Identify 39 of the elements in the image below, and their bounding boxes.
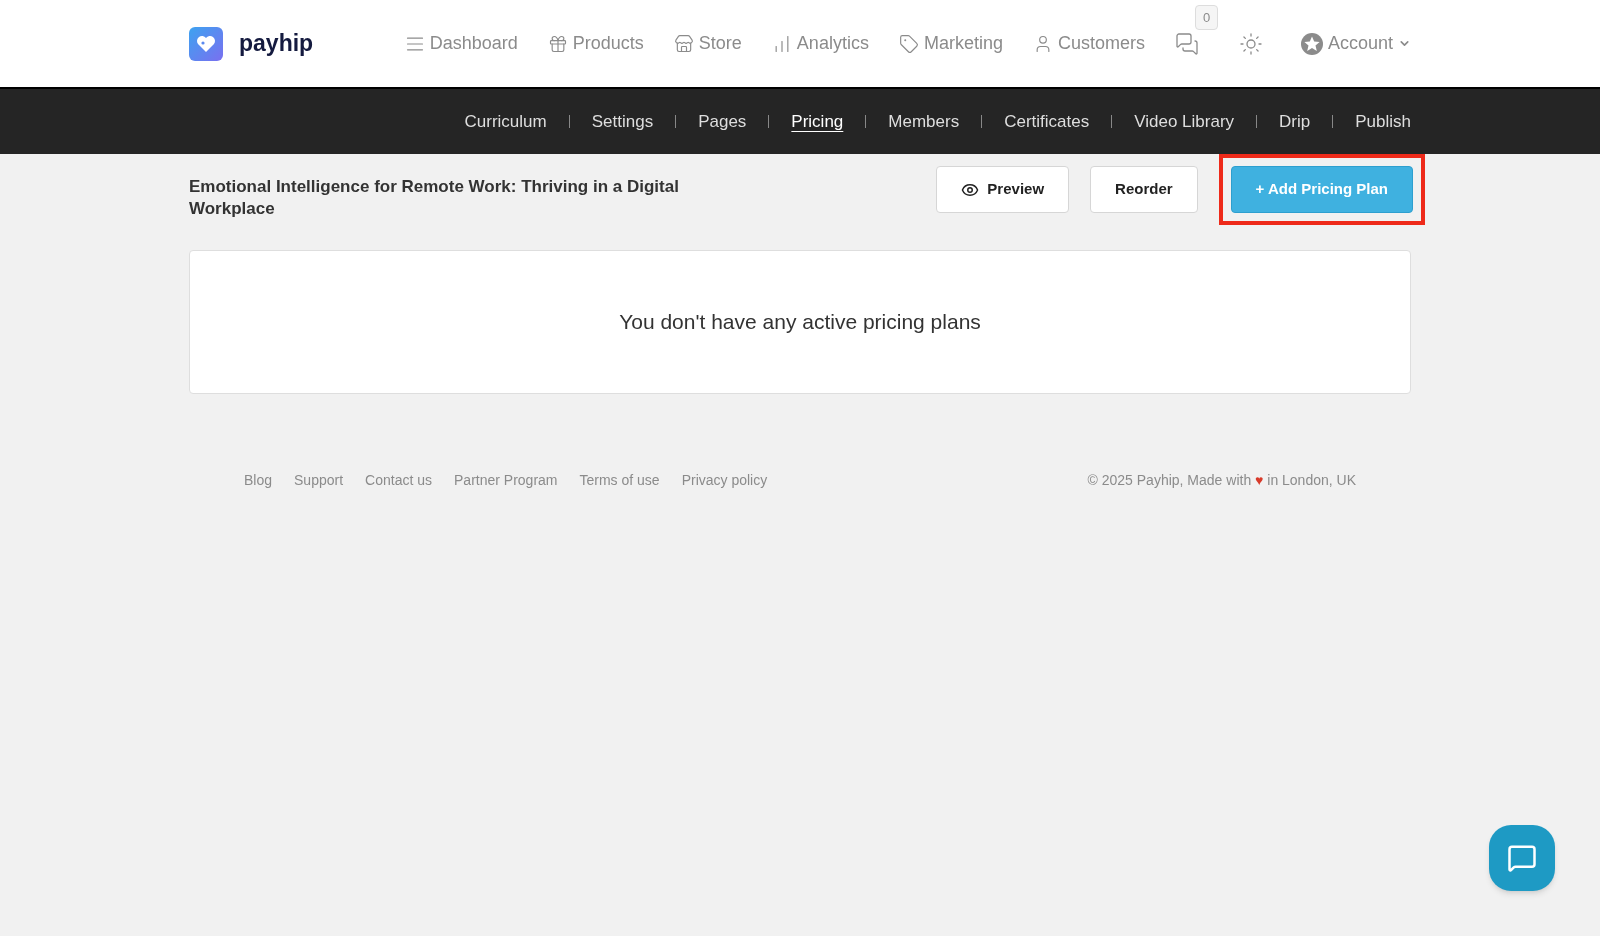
nav-link[interactable]: Dashboard	[404, 30, 518, 57]
add-pricing-plan-button[interactable]: + Add Pricing Plan	[1230, 166, 1413, 213]
nav-link[interactable]: Customers	[1032, 30, 1145, 57]
course-tab[interactable]: Settings	[591, 108, 654, 135]
course-tab[interactable]: Video Library	[1134, 108, 1235, 135]
course-title: Emotional Intelligence for Remote Work: Thriving in a Digital Workplace	[189, 176, 680, 220]
footer-link[interactable]: Privacy policy	[681, 470, 768, 491]
nav-link[interactable]: Store	[673, 30, 742, 57]
footer-link[interactable]: Contact us	[365, 470, 432, 491]
tag-icon	[898, 33, 919, 54]
gift-icon	[547, 33, 568, 54]
nav-link[interactable]: Analytics	[771, 30, 869, 57]
help-chat-button[interactable]	[1489, 825, 1555, 891]
account-menu[interactable]: Account	[1300, 30, 1411, 57]
footer-link[interactable]: Partner Program	[454, 470, 558, 491]
message-count-badge: 0	[1194, 4, 1219, 30]
star-badge-icon	[1300, 32, 1323, 55]
store-icon	[673, 33, 694, 54]
theme-toggle-icon[interactable]	[1238, 31, 1263, 56]
brand-name: payhip	[239, 29, 314, 59]
copyright-text: © 2025 Payhip, Made with ♥ in London, UK	[1087, 471, 1356, 490]
course-tab[interactable]: Certificates	[1004, 108, 1090, 135]
reorder-button[interactable]: Reorder	[1090, 166, 1198, 213]
footer-link[interactable]: Blog	[244, 470, 273, 491]
footer-link[interactable]: Support	[294, 470, 344, 491]
logo-icon	[189, 26, 223, 61]
empty-state-message: You don't have any active pricing plans	[619, 309, 981, 336]
course-tab[interactable]: Drip	[1279, 108, 1311, 135]
course-tab[interactable]: Publish	[1355, 108, 1411, 135]
course-tab[interactable]: Pages	[698, 108, 747, 135]
course-tab[interactable]: Pricing	[791, 108, 844, 135]
chat-bubbles-icon[interactable]	[1174, 31, 1199, 56]
course-tab[interactable]: Members	[888, 108, 960, 135]
preview-button[interactable]: Preview	[936, 166, 1070, 213]
nav-link[interactable]: Marketing	[898, 30, 1003, 57]
nav-link[interactable]: Products	[547, 30, 644, 57]
course-tab[interactable]: Curriculum	[464, 108, 547, 135]
footer-link[interactable]: Terms of use	[579, 470, 660, 491]
speech-bubble-icon	[1507, 843, 1537, 873]
